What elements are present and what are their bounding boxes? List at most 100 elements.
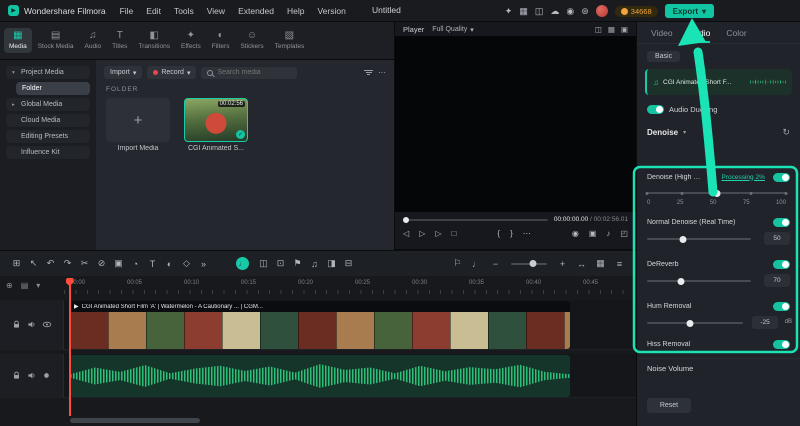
volume-icon[interactable]: ♪ [606,229,610,238]
dereverb-value[interactable]: 70 [764,274,790,287]
menu-file[interactable]: File [120,6,134,16]
hum-removal-slider-handle[interactable] [686,319,694,327]
import-plus-icon[interactable]: + [106,98,170,142]
menu-view[interactable]: View [207,6,225,16]
dereverb-slider-handle[interactable] [677,277,685,285]
sidebar-item-cloud-media[interactable]: Cloud Media [6,114,90,127]
avatar[interactable] [595,5,608,17]
prev-frame-icon[interactable]: ◁ [403,229,409,238]
hum-removal-value[interactable]: -25 [752,316,778,329]
speed-icon[interactable]: ◔ [127,259,144,269]
basic-badge[interactable]: Basic [647,51,681,62]
fullscreen-icon[interactable]: ◰ [620,229,628,238]
tab-transitions[interactable]: ◧ Transitions [133,28,175,53]
menu-tools[interactable]: Tools [174,6,194,16]
more-options-icon[interactable]: ⋯ [378,68,386,77]
track-menu-icon[interactable]: ▤ [21,281,29,290]
seek-bar[interactable] [403,216,548,223]
tab-titles[interactable]: T Titles [107,28,132,53]
reset-button[interactable]: Reset [647,398,691,413]
mini-screen-icon[interactable]: ◫ [595,25,602,34]
hiss-removal-toggle[interactable] [773,340,790,349]
fit-timeline-icon[interactable]: ↔ [573,259,590,269]
mark-out-icon[interactable]: } [510,229,513,238]
stop-icon[interactable]: □ [451,229,456,238]
tab-templates[interactable]: ▧ Templates [270,28,310,53]
snapshot-icon[interactable]: ◉ [572,229,579,238]
crop-icon[interactable]: ▣ [110,258,127,269]
play-icon[interactable]: ▷ [419,229,425,238]
pip-icon[interactable]: ◨ [323,258,340,269]
razor-icon[interactable]: ✂ [76,258,93,269]
tab-filters[interactable]: ◐ Filters [207,28,235,53]
frame-icon[interactable]: ▣ [621,25,628,34]
zoom-in-icon[interactable]: + [554,259,571,269]
snapshot-timeline-icon[interactable]: ⊡ [272,258,289,269]
lock-icon[interactable] [12,316,21,334]
selected-clip-row[interactable]: ♫ CGI Animated Short F... [645,69,792,95]
playhead[interactable] [69,278,71,416]
horizontal-scrollbar[interactable] [70,418,200,423]
audio-clip[interactable] [70,355,570,397]
tab-media[interactable]: ▦ Media [4,28,32,53]
sidebar-item-global-media[interactable]: ▸ Global Media [6,98,90,111]
next-frame-icon[interactable]: ▷ [435,229,441,238]
normal-denoise-slider[interactable] [647,235,751,243]
tab-stock-media[interactable]: ▤ Stock Media [33,28,79,53]
zoom-slider[interactable] [511,260,547,267]
dereverb-toggle[interactable] [773,260,790,269]
hum-removal-toggle[interactable] [773,302,790,311]
list-icon[interactable]: ≡ [611,259,628,269]
hq-denoise-slider-handle[interactable] [713,189,720,197]
undo-icon[interactable]: ↶ [42,258,59,269]
hq-denoise-toggle[interactable] [773,172,790,182]
seek-handle[interactable] [403,216,409,223]
import-button[interactable]: Import ▾ [104,66,143,79]
quality-dropdown[interactable]: Full Quality ▾ [432,26,474,34]
mute-track-icon[interactable] [27,316,36,334]
menu-version[interactable]: Version [317,6,345,16]
menu-extended[interactable]: Extended [238,6,274,16]
sidebar-item-project-media[interactable]: ▾ Project Media [6,66,90,79]
import-media-tile[interactable]: + Import Media [106,98,170,152]
lock-icon[interactable] [12,367,21,385]
crop-preview-icon[interactable]: ▣ [589,229,597,238]
split-icon[interactable]: ⊟ [340,258,357,269]
video-clip[interactable]: ▶ CGI Animated Short Film 'A' | Watermel… [70,301,570,349]
chevron-down-icon[interactable]: ▾ [683,129,686,136]
record-enable-icon[interactable] [42,367,51,385]
hum-removal-slider[interactable] [647,319,743,327]
more-player-icon[interactable]: ⋯ [523,229,531,238]
hq-denoise-slider[interactable] [645,189,788,197]
timeline-ruler[interactable]: 00:00 00:05 00:10 00:15 00:20 00:25 00:3… [64,278,636,296]
track-manager-icon[interactable]: ▦ [592,258,609,269]
tab-video[interactable]: Video [651,28,673,43]
eye-icon[interactable] [42,316,52,334]
add-track-icon[interactable]: ⊕ [6,281,13,290]
normal-denoise-slider-handle[interactable] [679,235,687,243]
dereverb-slider[interactable] [647,277,751,285]
record-button[interactable]: Record ▾ [147,66,197,79]
capture-icon[interactable]: ◉ [566,6,574,17]
voice-effect-icon[interactable]: ♫ [306,259,323,269]
processing-link[interactable]: Processing 2% [722,174,765,181]
tab-color[interactable]: Color [726,28,746,43]
menu-help[interactable]: Help [287,6,304,16]
menu-edit[interactable]: Edit [146,6,161,16]
mute-track-icon[interactable] [27,367,36,385]
gift-icon[interactable]: ✦ [505,6,513,17]
flag-icon[interactable]: ⚐ [449,258,466,269]
plugin-icon[interactable]: ⊛ [581,6,589,17]
search-input[interactable] [217,69,290,76]
audio-track-lane[interactable] [64,354,636,398]
select-tool-icon[interactable]: ↖ [25,258,42,269]
marker-icon[interactable]: ⚑ [289,258,306,269]
sidebar-item-editing-presets[interactable]: Editing Presets [6,130,90,143]
normal-denoise-toggle[interactable] [773,218,790,227]
delete-icon[interactable]: ⊘ [93,258,110,269]
voiceover-record-button[interactable]: ♩ [236,257,249,270]
mask-icon[interactable]: ◐ [161,259,178,269]
grid-icon[interactable]: ▦ [608,25,615,34]
tab-stickers[interactable]: ☺ Stickers [235,28,268,53]
coins-badge[interactable]: 34668 [614,5,658,17]
